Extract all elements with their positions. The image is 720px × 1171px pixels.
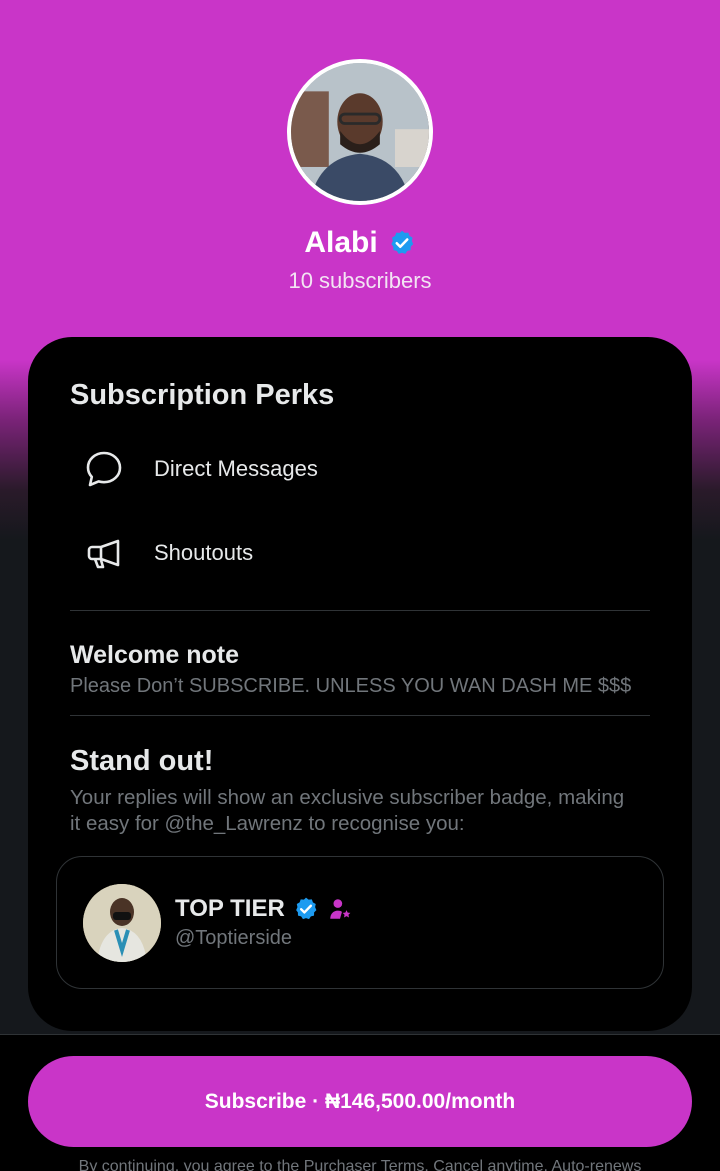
divider <box>70 715 650 716</box>
profile-name-row: Alabi <box>0 226 720 260</box>
perks-title: Subscription Perks <box>70 379 335 411</box>
profile-avatar[interactable] <box>287 59 433 205</box>
subscription-card: Subscription Perks Direct Messages Shout… <box>28 337 692 1031</box>
preview-handle: @Toptierside <box>175 927 293 949</box>
megaphone-icon <box>87 539 120 569</box>
stand-out-title: Stand out! <box>70 745 214 777</box>
subscriber-badge-preview: TOP TIER @Toptierside <box>56 856 664 989</box>
perk-label: Direct Messages <box>154 456 318 481</box>
preview-avatar <box>83 884 161 962</box>
profile-name: Alabi <box>304 226 378 259</box>
preview-avatar-photo <box>83 884 161 962</box>
message-bubble-icon <box>86 451 122 487</box>
bottom-bar: Subscribe · ₦146,500.00/month By continu… <box>0 1034 720 1171</box>
stand-out-description: Your replies will show an exclusive subs… <box>70 786 625 835</box>
perk-label: Shoutouts <box>154 540 254 565</box>
avatar-photo <box>291 63 429 201</box>
perk-shoutouts: Shoutouts <box>84 533 253 573</box>
subscriber-badge-icon <box>330 899 351 919</box>
preview-name: TOP TIER <box>175 895 285 922</box>
preview-name-row: TOP TIER <box>175 895 353 923</box>
welcome-note-title: Welcome note <box>70 641 240 669</box>
perk-direct-messages: Direct Messages <box>84 449 318 489</box>
divider <box>70 610 650 611</box>
legal-text: By continuing, you agree to the Purchase… <box>78 1158 642 1171</box>
subscribe-button[interactable]: Subscribe · ₦146,500.00/month <box>28 1056 692 1147</box>
verified-badge-icon <box>391 230 413 254</box>
subscriber-count: 10 subscribers <box>288 268 432 293</box>
welcome-note-text: Please Don’t SUBSCRIBE. UNLESS YOU WAN D… <box>70 675 632 697</box>
verified-badge-icon <box>295 897 317 920</box>
